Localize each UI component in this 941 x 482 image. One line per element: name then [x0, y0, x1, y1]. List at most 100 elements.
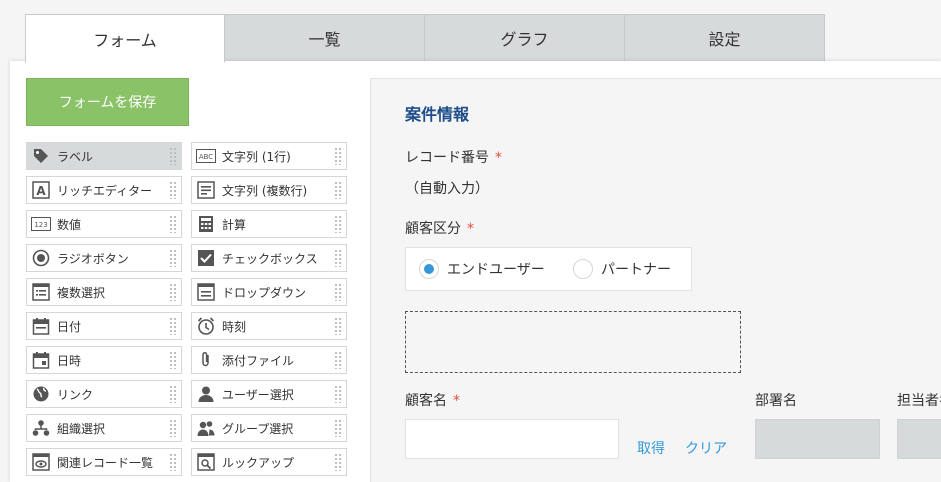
drag-handle-icon	[169, 317, 177, 335]
drag-handle-icon	[334, 419, 342, 437]
tab-graph[interactable]: グラフ	[425, 14, 625, 62]
palette-item-text: リンク	[57, 387, 94, 402]
related-records-icon	[31, 452, 51, 472]
number-icon: 123	[31, 214, 51, 234]
user-icon	[196, 384, 216, 404]
radio-icon	[31, 248, 51, 268]
drag-handle-icon	[169, 249, 177, 267]
palette-item-user-select[interactable]: ユーザー選択	[191, 380, 347, 408]
svg-text:ABC: ABC	[199, 153, 213, 161]
record-number-label[interactable]: レコード番号 *	[405, 147, 502, 167]
palette-item-dropdown[interactable]: ドロップダウン	[191, 278, 347, 306]
drag-handle-icon	[334, 181, 342, 199]
palette-item-text: 日付	[57, 319, 82, 334]
palette-item-lookup[interactable]: ルックアップ	[191, 448, 347, 476]
radio-unselected-icon	[573, 259, 593, 279]
svg-text:123: 123	[34, 221, 47, 229]
palette-item-text: 時刻	[222, 319, 247, 334]
record-number-value: （自動入力）	[405, 181, 489, 197]
palette-item-text: ドロップダウン	[222, 285, 307, 300]
form-layout-area: 案件情報 レコード番号 * （自動入力） 顧客区分 * エンドユーザー パートナー …	[370, 78, 941, 482]
palette-item-text: 文字列 (1行)	[222, 149, 291, 164]
drag-handle-icon	[334, 385, 342, 403]
form-editor-panel: フォームを保存 ラベル ABC 文字列 (1行) A リッチエディター 文字列 …	[10, 61, 941, 482]
drag-handle-icon	[334, 147, 342, 165]
record-number-label-text: レコード番号	[405, 150, 489, 166]
palette-item-text: 計算	[222, 217, 247, 232]
fetch-link[interactable]: 取得	[637, 438, 665, 458]
drag-handle-icon	[169, 283, 177, 301]
drag-handle-icon	[334, 351, 342, 369]
person-in-charge-field[interactable]	[897, 419, 941, 459]
palette-item-related-records[interactable]: 関連レコード一覧	[26, 448, 182, 476]
palette-item-text: ユーザー選択	[222, 387, 294, 402]
palette-item-text: ルックアップ	[222, 455, 295, 470]
customer-type-label[interactable]: 顧客区分 *	[405, 218, 474, 238]
drop-placeholder[interactable]	[405, 311, 741, 373]
datetime-icon	[31, 350, 51, 370]
required-mark: *	[467, 221, 474, 237]
palette-item-link[interactable]: リンク	[26, 380, 182, 408]
customer-type-radio-group: エンドユーザー パートナー	[405, 247, 692, 291]
tab-list[interactable]: 一覧	[225, 14, 425, 62]
palette-item-text: ラベル	[57, 149, 94, 164]
drag-handle-icon	[169, 385, 177, 403]
radio-end-user[interactable]: エンドユーザー	[419, 259, 545, 279]
palette-item-number[interactable]: 123 数値	[26, 210, 182, 238]
palette-item-datetime[interactable]: 日時	[26, 346, 182, 374]
drag-handle-icon	[334, 215, 342, 233]
palette-item-checkbox[interactable]: チェックボックス	[191, 244, 347, 272]
section-title: 案件情報	[405, 105, 470, 124]
date-icon	[31, 316, 51, 336]
palette-item-group-select[interactable]: グループ選択	[191, 414, 347, 442]
radio-partner[interactable]: パートナー	[573, 259, 671, 279]
required-mark: *	[453, 393, 460, 409]
palette-item-text: チェックボックス	[222, 251, 318, 266]
drag-handle-icon	[169, 453, 177, 471]
required-mark: *	[495, 150, 502, 166]
palette-item-radio-button[interactable]: ラジオボタン	[26, 244, 182, 272]
palette-item-single-line-text[interactable]: ABC 文字列 (1行)	[191, 142, 347, 170]
palette-item-multi-line-text[interactable]: 文字列 (複数行)	[191, 176, 347, 204]
multi-select-icon	[31, 282, 51, 302]
calculator-icon	[196, 214, 216, 234]
palette-item-text: 添付ファイル	[222, 353, 295, 368]
department-label[interactable]: 部署名	[755, 390, 797, 410]
drag-handle-icon	[169, 181, 177, 199]
customer-type-label-text: 顧客区分	[405, 221, 461, 237]
palette-item-text: 組織選択	[57, 421, 106, 436]
globe-icon	[31, 384, 51, 404]
palette-item-date[interactable]: 日付	[26, 312, 182, 340]
group-icon	[196, 418, 216, 438]
clock-icon	[196, 316, 216, 336]
department-field[interactable]	[755, 419, 880, 459]
palette-item-calculation[interactable]: 計算	[191, 210, 347, 238]
drag-handle-icon	[334, 249, 342, 267]
palette-item-time[interactable]: 時刻	[191, 312, 347, 340]
person-in-charge-label[interactable]: 担当者名	[897, 390, 941, 410]
tab-settings[interactable]: 設定	[625, 14, 825, 62]
palette-item-text: リッチエディター	[57, 183, 153, 198]
drag-handle-icon	[169, 351, 177, 369]
palette-item-attachment[interactable]: 添付ファイル	[191, 346, 347, 374]
customer-name-label-text: 顧客名	[405, 393, 447, 409]
drag-handle-icon	[169, 419, 177, 437]
tab-form[interactable]: フォーム	[25, 14, 225, 63]
palette-item-multi-select[interactable]: 複数選択	[26, 278, 182, 306]
customer-name-input[interactable]	[405, 419, 619, 459]
palette-item-text: 複数選択	[57, 285, 106, 300]
palette-item-text: 日時	[57, 353, 82, 368]
save-form-button[interactable]: フォームを保存	[26, 78, 189, 126]
customer-name-label[interactable]: 顧客名 *	[405, 390, 460, 410]
dropdown-icon	[196, 282, 216, 302]
checkbox-icon	[196, 248, 216, 268]
tab-bar: フォーム 一覧 グラフ 設定	[25, 14, 825, 63]
radio-selected-icon	[419, 259, 439, 279]
palette-item-org-select[interactable]: 組織選択	[26, 414, 182, 442]
drag-handle-icon	[334, 283, 342, 301]
drag-handle-icon	[334, 317, 342, 335]
palette-item-label[interactable]: ラベル	[26, 142, 182, 170]
clear-link[interactable]: クリア	[685, 438, 727, 458]
palette-item-rich-editor[interactable]: A リッチエディター	[26, 176, 182, 204]
org-icon	[31, 418, 51, 438]
